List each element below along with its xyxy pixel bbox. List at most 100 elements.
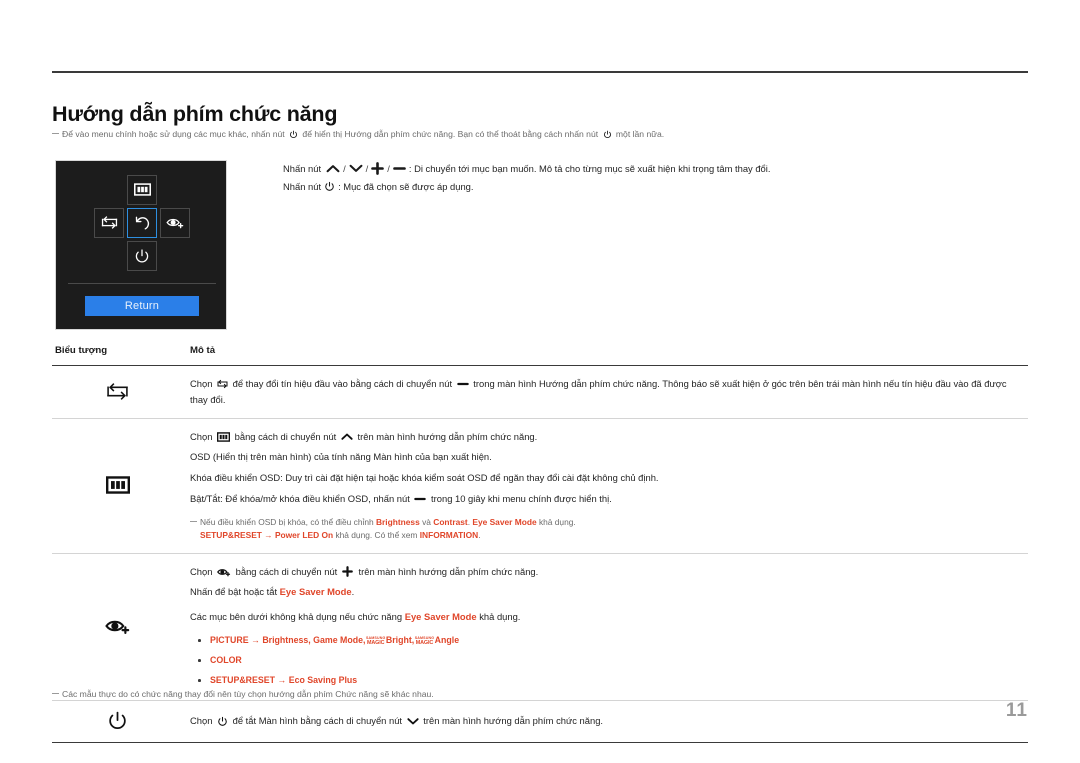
intro-line1-suffix: : Di chuyển tới mục bạn muốn. Mô tả cho … <box>408 163 771 174</box>
subnote-l1-d: khả dụng. <box>538 516 576 527</box>
eye-saver-icon <box>165 216 185 229</box>
plus-icon <box>342 566 354 578</box>
intro-instructions: Nhấn nút / / / : Di chuyển tới mục bạn m… <box>283 160 1028 197</box>
power-icon <box>107 710 128 731</box>
minus-icon <box>393 162 406 175</box>
description-line: Khóa điều khiển OSD: Duy trì cài đặt hiệ… <box>190 472 659 484</box>
description-line: Chọn để tắt Màn hình bằng cách di chuyển… <box>190 713 1022 729</box>
text-a: Chọn <box>190 715 213 727</box>
magic-bottom-text: MAGIC <box>366 640 385 647</box>
list-item: PICTURE → Brightness, Game Mode, SAMSUNG M… <box>190 634 1022 647</box>
subnote-key-contrast: Contrast <box>433 516 468 527</box>
row-icon-cell <box>52 553 183 701</box>
power-icon <box>324 181 335 192</box>
row-description-cell: Chọn để thay đổi tín hiệu đầu vào bằng c… <box>183 365 1028 419</box>
return-arrow-icon <box>134 215 150 231</box>
bullet-mid: Brightness, Game Mode, <box>262 635 366 646</box>
osd-key-eye-saver[interactable] <box>160 208 190 238</box>
text-a: Các mục bên dưới không khả dụng nếu chức… <box>190 611 403 623</box>
samsung-magic-logo: SAMSUNG MAGIC <box>415 637 434 646</box>
text-c: trên màn hình hướng dẫn phím chức năng. <box>358 565 539 577</box>
disabled-items-list: PICTURE → Brightness, Game Mode, SAMSUNG M… <box>190 634 1022 688</box>
description-line: Bật/Tắt: Để khóa/mở khóa điều khiển OSD,… <box>190 491 1022 507</box>
top-note: Để vào menu chính hoặc sử dụng các mục k… <box>52 128 952 141</box>
description-line: Chọn bằng cách di chuyển nút trên màn hì… <box>190 564 1022 580</box>
bottom-note: Các mẫu thực do có chức năng thay đổi nê… <box>52 688 952 701</box>
up-arrow-icon <box>341 432 353 442</box>
list-item: COLOR <box>190 654 1022 667</box>
table-row: Chọn để tắt Màn hình bằng cách di chuyển… <box>52 700 1028 743</box>
subnote-l2-c: . <box>478 530 481 541</box>
text-c: trên màn hình hướng dẫn phím chức năng. <box>357 430 538 442</box>
table-row: Chọn bằng cách di chuyển nút trên màn hì… <box>52 553 1028 701</box>
osd-key-menu[interactable] <box>127 175 157 205</box>
subnote-l1-b: và <box>422 516 431 527</box>
minus-icon <box>414 494 427 504</box>
description-line: Chọn để thay đổi tín hiệu đầu vào bằng c… <box>190 376 1022 408</box>
description-line: Các mục bên dưới không khả dụng nếu chức… <box>190 609 1022 625</box>
bullet-pre: PICTURE <box>210 635 249 646</box>
osd-return-button[interactable]: Return <box>85 296 199 316</box>
subnote-key-brightness: Brightness <box>376 516 420 527</box>
osd-key-source[interactable] <box>94 208 124 238</box>
table-header-row: Biểu tượng Mô tả <box>52 345 1028 366</box>
text-c: khả dụng. <box>479 611 521 623</box>
bullet-arrow: → <box>277 675 287 686</box>
text-a: Bật/Tắt: Để khóa/mở khóa điều khiển OSD,… <box>190 492 410 504</box>
subnote-key-eye-saver-mode: Eye Saver Mode <box>472 516 537 527</box>
subnote-l2-b: khả dụng. Có thể xem <box>335 530 418 541</box>
down-arrow-icon <box>407 716 419 726</box>
osd-key-return[interactable] <box>127 208 157 238</box>
text-a: Chọn <box>190 430 213 442</box>
text-b: để tắt Màn hình bằng cách di chuyển nút <box>232 715 403 727</box>
osd-divider <box>68 283 216 284</box>
power-icon <box>603 130 612 139</box>
osd-key-power[interactable] <box>127 241 157 271</box>
osd-lock-sub-note: Nếu điều khiển OSD bị khóa, có thể điều … <box>190 516 1022 543</box>
menu-icon <box>105 476 130 494</box>
note-dash-icon <box>52 133 59 134</box>
text-b: bằng cách di chuyển nút <box>235 565 338 577</box>
note-dash-icon <box>52 693 59 694</box>
subnote-arrow: → <box>264 530 273 541</box>
intro-line1-prefix: Nhấn nút <box>283 163 322 174</box>
osd-keypad <box>56 161 226 273</box>
power-icon <box>217 716 228 727</box>
intro-line2-prefix: Nhấn nút <box>283 181 322 193</box>
key-eye-saver-mode: Eye Saver Mode <box>404 611 477 623</box>
subnote-key-setup-reset: SETUP&RESET <box>200 530 262 541</box>
up-arrow-icon <box>326 163 340 175</box>
bottom-note-text: Các mẫu thực do có chức năng thay đổi nê… <box>62 689 434 699</box>
text-c: trên màn hình hướng dẫn phím chức năng. <box>423 715 604 727</box>
text-a: Nhấn để bật hoặc tắt <box>190 586 278 598</box>
row-icon-cell <box>52 418 183 554</box>
power-icon <box>289 130 298 139</box>
text-c: . <box>351 586 355 598</box>
top-note-text-c: một lần nữa. <box>615 129 665 139</box>
eye-saver-icon <box>217 567 231 577</box>
subnote-l1-a: Nếu điều khiển OSD bị khóa, có thể điều … <box>200 516 374 527</box>
text-b: bằng cách di chuyển nút <box>234 430 337 442</box>
text-a: Chọn <box>190 565 213 577</box>
table-row: Chọn bằng cách di chuyển nút trên màn hì… <box>52 418 1028 554</box>
note-dash-icon <box>190 520 197 522</box>
intro-line-1: Nhấn nút / / / : Di chuyển tới mục bạn m… <box>283 160 1028 178</box>
intro-line-2: Nhấn nút : Mục đã chọn sẽ được áp dụng. <box>283 178 1028 196</box>
subnote-l1-c: . <box>467 516 471 527</box>
page-number: 11 <box>1005 700 1028 721</box>
function-key-table: Biểu tượng Mô tả Chọn để thay đổi tín hi… <box>52 345 1028 743</box>
top-note-text-b: để hiển thị Hướng dẫn phím chức năng. Bạ… <box>302 129 599 139</box>
description-line: Chọn bằng cách di chuyển nút trên màn hì… <box>190 429 1022 445</box>
source-swap-icon <box>106 382 129 401</box>
bullet-pre: SETUP&RESET <box>210 675 276 686</box>
description-line: OSD (Hiển thị trên màn hình) của tính nă… <box>190 451 492 463</box>
plus-icon <box>371 162 385 175</box>
row-icon-cell <box>52 365 183 419</box>
bullet-magic2-word: Angle <box>434 635 460 646</box>
minus-icon <box>456 379 469 389</box>
down-arrow-icon <box>349 163 363 175</box>
source-swap-icon <box>217 379 228 389</box>
text-b: để thay đổi tín hiệu đầu vào bằng cách d… <box>232 378 453 389</box>
osd-function-key-guide: Return <box>55 160 227 330</box>
row-icon-cell <box>52 700 183 743</box>
